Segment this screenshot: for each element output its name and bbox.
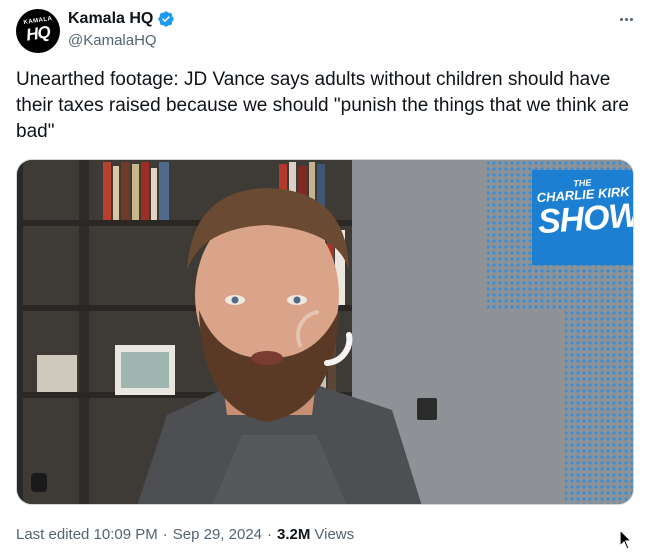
video-player[interactable]: THE CHARLIE KIRK SHOW [16,159,634,505]
author-names: Kamala HQ @KamalaHQ [68,9,175,49]
display-name-row: Kamala HQ [68,9,175,29]
separator: · [267,526,273,543]
display-name[interactable]: Kamala HQ [68,10,153,28]
author-handle[interactable]: @KamalaHQ [68,32,175,49]
mouse-cursor-icon [619,529,633,550]
avatar[interactable]: KAMALA HQ [16,9,60,53]
logo-line-3: SHOW [536,196,634,242]
charlie-kirk-show-logo: THE CHARLIE KIRK SHOW [535,175,634,242]
views-count: 3.2M [277,526,311,543]
views-label: Views [314,526,355,543]
verified-badge-icon[interactable] [157,10,175,28]
tweet-footer: Last edited 10:09 PM · Sep 29, 2024 · 3.… [16,526,354,543]
tweet-date[interactable]: Sep 29, 2024 [173,526,262,543]
tweet-header: KAMALA HQ Kamala HQ @KamalaHQ [16,9,636,53]
edited-timestamp[interactable]: Last edited 10:09 PM [16,526,158,543]
tweet-text: Unearthed footage: JD Vance says adults … [16,69,630,142]
separator: · [162,526,168,543]
more-options-icon[interactable] [616,11,636,27]
